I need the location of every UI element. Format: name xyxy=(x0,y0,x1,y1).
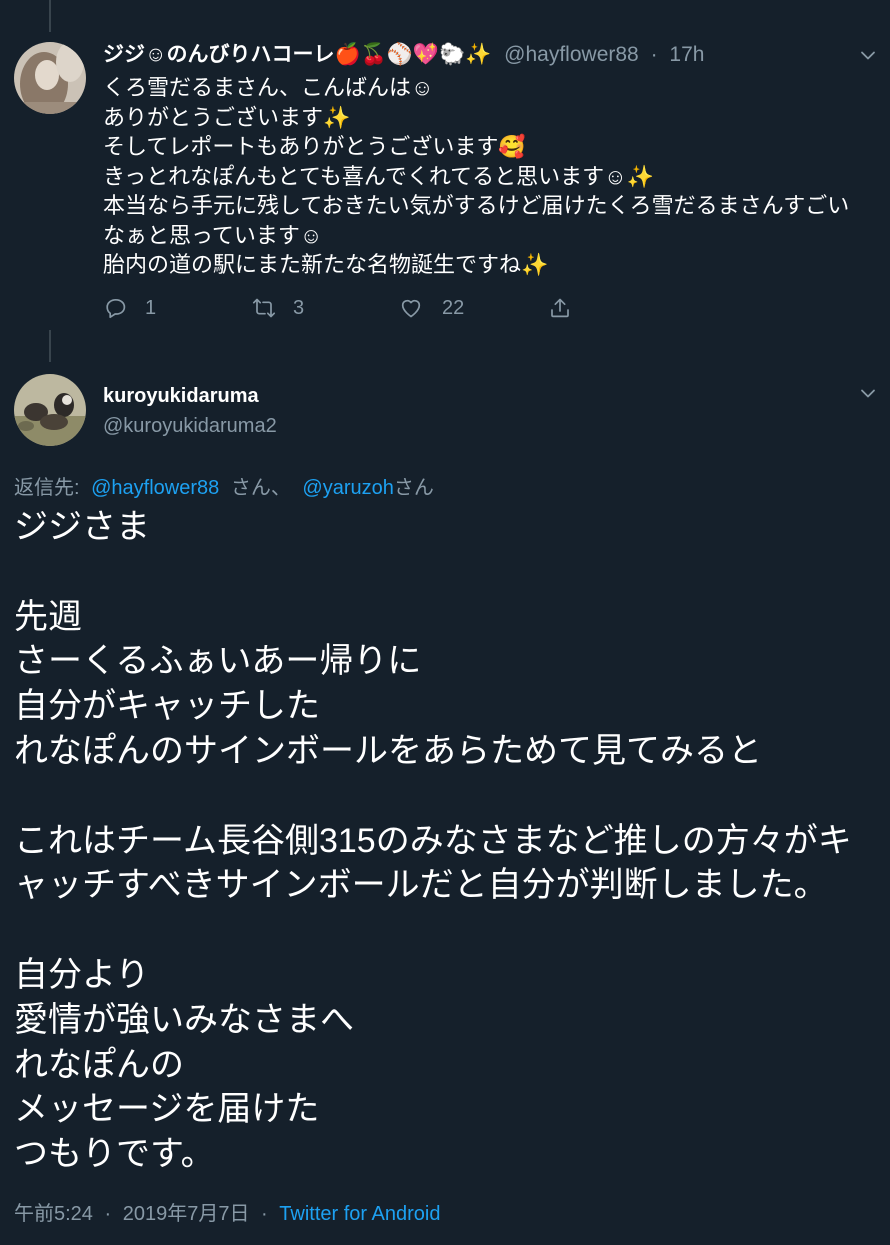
separator-dot: · xyxy=(261,1203,268,1225)
tweet-text-line: 先週 xyxy=(14,597,82,636)
tweet-text-line: 本当なら手元に残しておきたい気がするけど届けたくろ雪だるまさんすごい xyxy=(103,193,850,218)
tweet-meta: 午前5:24 · 2019年7月7日 · Twitter for Android xyxy=(14,1199,440,1229)
tweet-text-paragraph: ジジさま xyxy=(14,505,852,550)
tweet-text-line: 胎内の道の駅にまた新たな名物誕生ですね✨ xyxy=(103,252,549,277)
display-name[interactable]: kuroyukidaruma xyxy=(103,381,259,411)
avatar-photo xyxy=(14,42,86,114)
tweet-text-line: 自分より xyxy=(14,955,150,994)
tweet-menu-button[interactable] xyxy=(856,43,880,67)
share-icon xyxy=(551,298,569,318)
display-name[interactable]: ジジ☺のんびりハコーレ🍎🍒⚾💖🐑✨ xyxy=(103,43,491,66)
like-count: 22 xyxy=(442,297,465,319)
tweet-text-line: きっとれなぽんもとても喜んでくれてると思います☺✨ xyxy=(103,163,655,189)
avatar[interactable] xyxy=(14,374,86,446)
tweet-text-paragraph: これはチーム長谷側315のみなさまなど推しの方々がキ ャッチすべきサインボールだ… xyxy=(14,819,852,909)
mention-suffix: さん xyxy=(393,477,434,499)
reply-count: 1 xyxy=(145,297,157,319)
tweet-timestamp[interactable]: 午前5:24 xyxy=(14,1203,93,1225)
reply-icon xyxy=(106,298,126,319)
separator-dot: · xyxy=(650,43,658,66)
heart-icon xyxy=(401,299,421,318)
mention-link[interactable]: @hayflower88 xyxy=(91,477,219,499)
tweet-text-paragraph: 自分より 愛情が強いみなさまへ れなぽんの メッセージを届けた つもりです。 xyxy=(14,953,852,1177)
share-button[interactable] xyxy=(548,296,572,320)
tweet-header: ジジ☺のんびりハコーレ🍎🍒⚾💖🐑✨ @hayflower88 · 17h xyxy=(103,40,704,70)
separator-dot: · xyxy=(104,1203,112,1225)
tweet-text: ジジさま 先週 さーくるふぁいあー帰りに 自分がキャッチした れなぽんのサインボ… xyxy=(14,505,852,1177)
user-handle[interactable]: @hayflower88 xyxy=(504,43,639,66)
like-button[interactable]: 22 xyxy=(399,296,464,320)
retweet-icon xyxy=(252,298,276,318)
tweet-text-line: くろ雪だるまさん、こんばんは☺ xyxy=(103,75,434,100)
reply-button[interactable]: 1 xyxy=(104,296,156,320)
tweet-text-paragraph: 先週 さーくるふぁいあー帰りに 自分がキャッチした れなぽんのサインボールをあら… xyxy=(14,595,852,774)
tweet-date[interactable]: 2019年7月7日 xyxy=(123,1203,250,1225)
mention-suffix: さん、 xyxy=(230,477,291,499)
retweet-button[interactable]: 3 xyxy=(252,296,304,320)
tweet-text-line: メッセージを届けた xyxy=(14,1090,320,1129)
chevron-down-icon xyxy=(861,51,875,60)
tweet-text-line: ャッチすべきサインボールだと自分が判断しました。 xyxy=(14,866,828,905)
tweet-text-line: そしてレポートもありがとうございます🥰 xyxy=(103,134,526,159)
tweet-menu-button[interactable] xyxy=(856,381,880,405)
tweet-text-line: なぁと思っています☺ xyxy=(103,222,323,248)
parent-tweet[interactable]: ジジ☺のんびりハコーレ🍎🍒⚾💖🐑✨ @hayflower88 · 17h くろ雪… xyxy=(0,0,890,325)
chevron-down-icon xyxy=(861,389,875,398)
tweet-text-line: 自分がキャッチした xyxy=(14,687,320,726)
main-tweet: kuroyukidaruma @kuroyukidaruma2 返信先: @ha… xyxy=(0,325,890,1245)
tweet-text-line: ありがとうございます✨ xyxy=(103,104,351,130)
tweet-time[interactable]: 17h xyxy=(669,43,704,66)
tweet-text-line: 愛情が強いみなさまへ xyxy=(14,1000,354,1039)
avatar[interactable] xyxy=(14,42,86,114)
user-handle[interactable]: @kuroyukidaruma2 xyxy=(103,411,277,441)
thread-line xyxy=(49,0,51,32)
tweet-text-line: ジジさま xyxy=(14,508,150,546)
replying-to-label: 返信先: xyxy=(14,477,80,499)
tweet-text-line: これはチーム長谷側315のみなさまなど推しの方々がキ xyxy=(14,821,852,860)
retweet-count: 3 xyxy=(293,297,305,319)
thread-line xyxy=(49,330,51,362)
tweet-text: くろ雪だるまさん、こんばんは☺ ありがとうございます✨ そしてレポートもありがと… xyxy=(103,73,849,280)
tweet-source-link[interactable]: Twitter for Android xyxy=(279,1203,440,1225)
replying-to: 返信先: @hayflower88 さん、 @yaruzohさん xyxy=(14,473,434,503)
tweet-text-line: れなぽんのサインボールをあらためて見てみると xyxy=(14,731,762,770)
tweet-text-line: さーくるふぁいあー帰りに xyxy=(14,642,422,681)
mention-link[interactable]: @yaruzoh xyxy=(302,477,393,499)
tweet-text-line: れなぽんの xyxy=(14,1045,184,1084)
tweet-text-line: つもりです。 xyxy=(14,1135,215,1174)
avatar-photo xyxy=(14,374,86,446)
